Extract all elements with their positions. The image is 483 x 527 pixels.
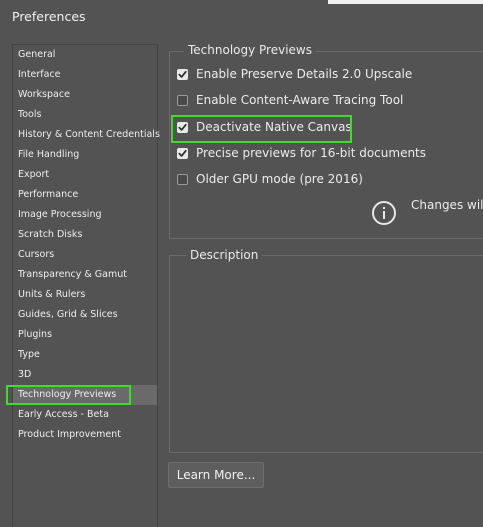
option-deactivate-native-canvas[interactable]: Deactivate Native Canvas [177,119,352,135]
option-label: Deactivate Native Canvas [196,120,352,134]
sidebar-item-guides-grid-slices[interactable]: Guides, Grid & Slices [13,305,157,325]
sidebar-item-units-rulers[interactable]: Units & Rulers [13,285,157,305]
checkbox-unchecked[interactable] [177,94,188,106]
sidebar-item-image-processing[interactable]: Image Processing [13,205,157,225]
check-icon [178,149,187,157]
sidebar-item-plugins[interactable]: Plugins [13,325,157,345]
sidebar-item-interface[interactable]: Interface [13,65,157,85]
sidebar-nav: General Interface Workspace Tools History & … [12,44,160,527]
option-label: Enable Preserve Details 2.0 Upscale [196,67,413,81]
option-label: Older GPU mode (pre 2016) [196,172,363,186]
description-group [169,255,483,453]
sidebar-item-workspace[interactable]: Workspace [13,85,157,105]
check-icon [178,123,187,131]
checkbox-unchecked[interactable] [177,173,188,185]
learn-more-button[interactable]: Learn More... [168,462,264,488]
window-title: Preferences [12,9,86,24]
info-message: Changes will [411,198,483,212]
sidebar-item-general[interactable]: General [13,45,157,65]
window-edge-strip [328,0,483,4]
option-label: Enable Content-Aware Tracing Tool [196,93,404,107]
sidebar-item-early-access-beta[interactable]: Early Access - Beta [13,405,157,425]
checkbox-checked[interactable] [177,147,188,159]
sidebar-item-transparency-gamut[interactable]: Transparency & Gamut [13,265,157,285]
tech-previews-heading: Technology Previews [184,43,316,57]
sidebar-item-3d[interactable]: 3D [13,365,157,385]
sidebar-item-product-improvement[interactable]: Product Improvement [13,425,157,445]
checkbox-checked[interactable] [177,121,188,133]
check-icon [178,70,187,78]
sidebar-item-tools[interactable]: Tools [13,105,157,125]
sidebar-item-cursors[interactable]: Cursors [13,245,157,265]
sidebar-item-performance[interactable]: Performance [13,185,157,205]
option-enable-preserve-details-2-0-upscale[interactable]: Enable Preserve Details 2.0 Upscale [177,66,412,82]
sidebar-item-export[interactable]: Export [13,165,157,185]
sidebar-item-scratch-disks[interactable]: Scratch Disks [13,225,157,245]
description-heading: Description [186,248,263,262]
checkbox-checked[interactable] [177,68,188,80]
option-enable-content-aware-tracing-tool[interactable]: Enable Content-Aware Tracing Tool [177,92,403,108]
preferences-window: Preferences General Interface Workspace Too… [0,0,483,527]
option-label: Precise previews for 16-bit documents [196,146,427,160]
sidebar-item-technology-previews[interactable]: Technology Previews [13,385,157,405]
sidebar-item-file-handling[interactable]: File Handling [13,145,157,165]
option-older-gpu-mode-pre-2016[interactable]: Older GPU mode (pre 2016) [177,171,363,187]
sidebar-item-type[interactable]: Type [13,345,157,365]
info-icon [372,201,396,225]
sidebar-item-history-content-credentials[interactable]: History & Content Credentials [13,125,160,145]
option-precise-previews-for-16-bit-documents[interactable]: Precise previews for 16-bit documents [177,145,426,161]
